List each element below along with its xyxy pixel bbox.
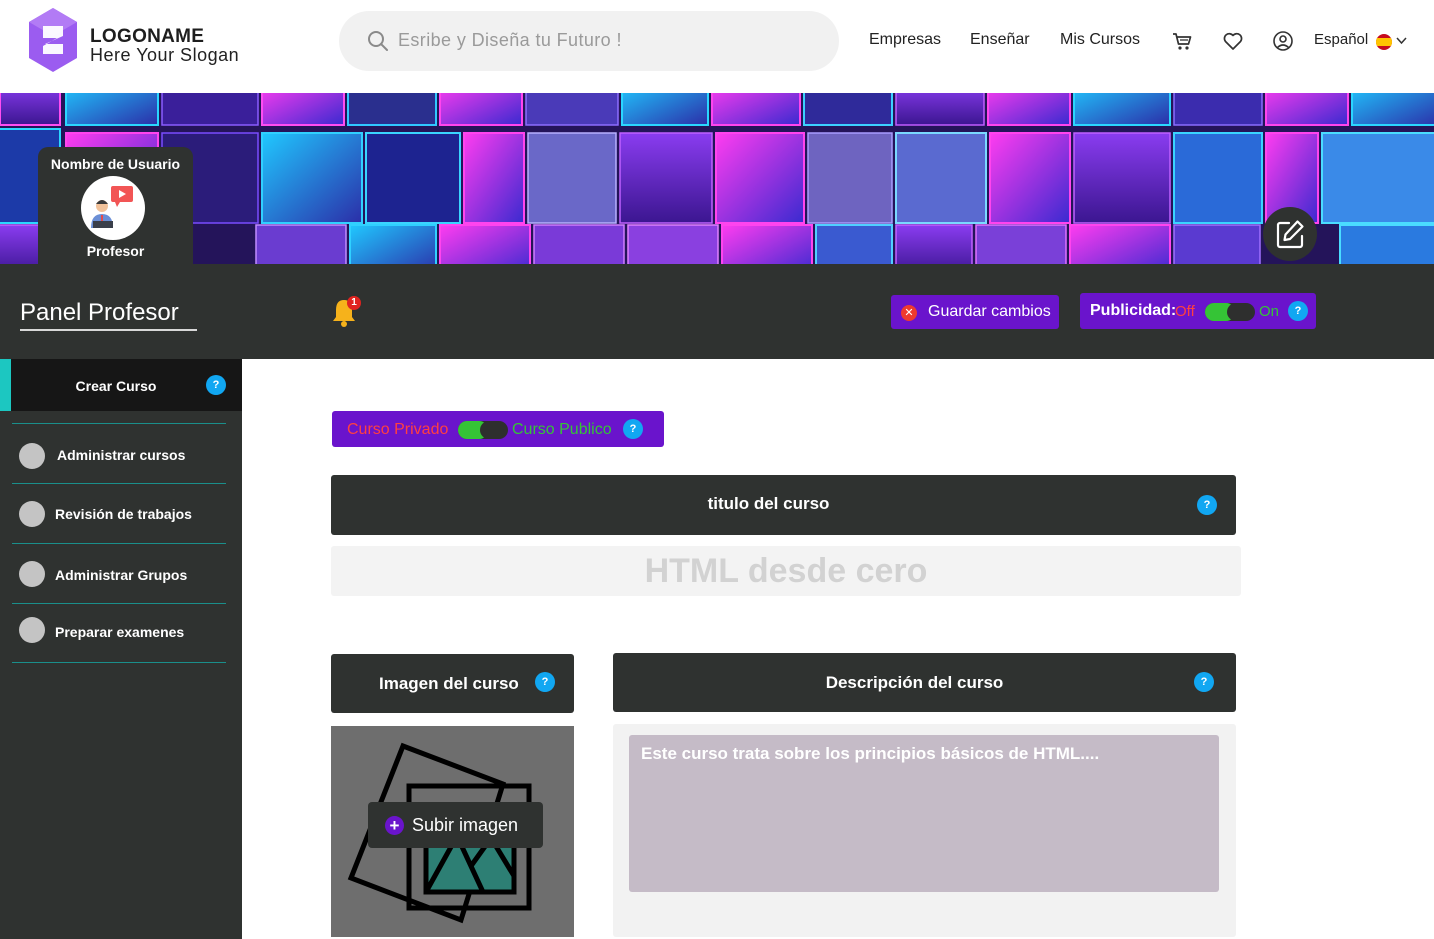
sidebar-item-label: Crear Curso <box>75 378 157 394</box>
advertising-on-label: On <box>1259 303 1280 320</box>
spain-flag-icon[interactable] <box>1376 34 1392 50</box>
help-icon[interactable]: ? <box>535 672 555 692</box>
sidebar-item-label: Revisión de trabajos <box>55 506 192 522</box>
item-bullet-icon <box>19 561 45 587</box>
advertising-toggle[interactable] <box>1205 303 1255 321</box>
sidebar-item-crear-curso[interactable]: Crear Curso ? <box>0 359 242 411</box>
advertising-control: Publicidad: Off On ? <box>1080 293 1316 329</box>
sidebar-item-administrar-cursos[interactable]: Administrar cursos <box>0 427 242 485</box>
language-selector[interactable]: Español <box>1314 31 1368 48</box>
upload-image-button[interactable]: + Subir imagen <box>368 802 543 848</box>
item-bullet-icon <box>19 501 45 527</box>
nav-ensenar[interactable]: Enseñar <box>970 31 1030 49</box>
course-description-heading: Descripción del curso <box>825 673 1004 692</box>
cubes-pattern <box>0 93 1434 264</box>
edit-icon <box>1276 220 1304 249</box>
help-icon[interactable]: ? <box>1194 672 1214 692</box>
sidebar-divider <box>12 662 226 663</box>
sidebar-item-label: Preparar examenes <box>55 624 185 640</box>
heart-icon[interactable] <box>1222 30 1244 52</box>
advertising-off-label: Off <box>1175 303 1195 320</box>
sidebar-item-administrar-grupos[interactable]: Administrar Grupos <box>0 546 242 604</box>
course-title-header: titulo del curso ? <box>331 475 1236 535</box>
sidebar-item-label: Administrar Grupos <box>55 567 188 583</box>
course-description-input[interactable]: Este curso trata sobre los principios bá… <box>629 735 1219 892</box>
sidebar-item-preparar-examenes[interactable]: Preparar examenes <box>0 604 242 662</box>
user-icon[interactable] <box>1272 30 1294 52</box>
chevron-down-icon[interactable] <box>1396 36 1407 45</box>
teacher-avatar-icon[interactable] <box>81 176 145 240</box>
title-underline <box>20 329 197 331</box>
sidebar-divider <box>12 423 226 424</box>
upload-image-label: Subir imagen <box>412 815 519 835</box>
page-title: Panel Profesor <box>20 299 179 326</box>
search-input[interactable] <box>398 26 818 54</box>
help-icon[interactable]: ? <box>206 375 226 395</box>
course-image-header: Imagen del curso ? <box>331 654 574 713</box>
item-bullet-icon <box>19 443 45 469</box>
course-title-heading: titulo del curso <box>707 494 830 513</box>
sidebar-item-label: Administrar cursos <box>57 447 186 463</box>
profile-card: Nombre de Usuario Profesor <box>38 147 193 264</box>
notification-badge: 1 <box>347 296 361 310</box>
nav-empresas[interactable]: Empresas <box>869 31 941 49</box>
course-description-header: Descripción del curso ? <box>613 653 1236 712</box>
cover-banner <box>0 93 1434 264</box>
sidebar-divider <box>12 543 226 544</box>
close-icon: ✕ <box>901 305 917 321</box>
cart-icon[interactable] <box>1171 30 1193 52</box>
nav-mis-cursos[interactable]: Mis Cursos <box>1060 31 1140 49</box>
sidebar-item-revision-trabajos[interactable]: Revisión de trabajos <box>0 486 242 544</box>
logo-slogan: Here Your Slogan <box>90 45 240 65</box>
search-icon <box>368 31 388 51</box>
profile-role: Profesor <box>86 243 145 259</box>
plus-icon: + <box>385 816 404 835</box>
logo-icon[interactable] <box>27 6 79 74</box>
help-icon[interactable]: ? <box>1197 495 1217 515</box>
toggle-knob <box>480 421 504 439</box>
visibility-toggle[interactable] <box>458 421 508 439</box>
profile-name: Nombre de Usuario <box>50 156 181 172</box>
public-course-label: Curso Publico <box>512 421 612 438</box>
top-header: LOGONAME Here Your Slogan Empresas Enseñ… <box>0 0 1434 93</box>
help-icon[interactable]: ? <box>1288 301 1308 321</box>
course-title-input[interactable] <box>331 546 1241 596</box>
help-icon[interactable]: ? <box>623 419 643 439</box>
toggle-knob <box>1227 303 1251 321</box>
save-changes-button[interactable]: ✕ Guardar cambios <box>891 295 1059 329</box>
save-changes-label: Guardar cambios <box>928 303 1051 320</box>
advertising-label: Publicidad: <box>1090 302 1177 319</box>
private-course-label: Curso Privado <box>347 421 449 438</box>
sidebar-divider <box>12 483 226 484</box>
edit-banner-button[interactable] <box>1263 207 1317 261</box>
item-bullet-icon <box>19 617 45 643</box>
course-visibility-control: Curso Privado Curso Publico ? <box>332 411 664 447</box>
course-image-heading: Imagen del curso <box>379 674 519 693</box>
